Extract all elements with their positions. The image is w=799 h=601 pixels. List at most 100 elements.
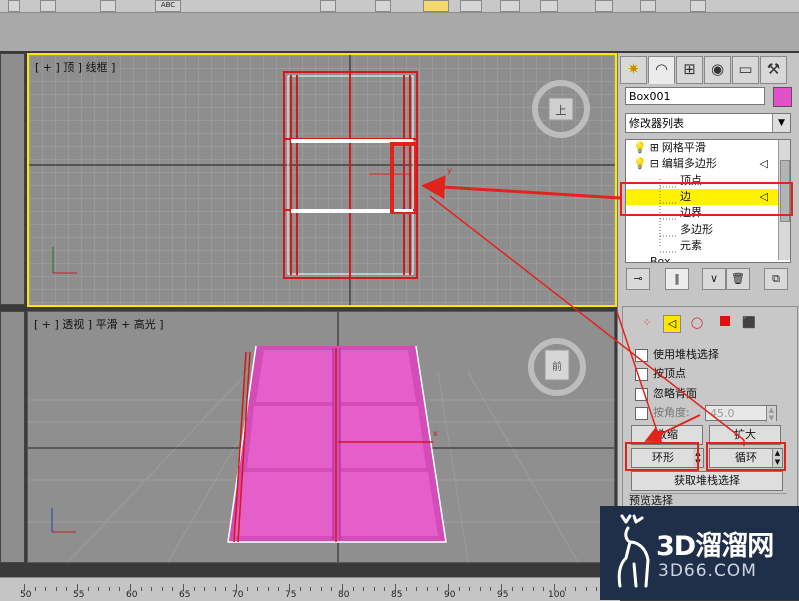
ruler-tick: [479, 587, 481, 591]
ruler-tick: [34, 587, 36, 591]
make-unique-icon[interactable]: ∨: [702, 268, 726, 290]
ruler-tick: [257, 587, 259, 591]
polygon-mode-icon[interactable]: [717, 315, 733, 331]
ruler-tick: [426, 587, 428, 591]
ruler-tick: [267, 587, 269, 591]
use-stack-selection-option[interactable]: 使用堆栈选择: [635, 347, 719, 363]
ruler-tick: [437, 587, 439, 591]
ruler-label: 70: [232, 590, 244, 600]
pin-stack-icon[interactable]: ⊸: [626, 268, 650, 290]
toolbar-button[interactable]: [640, 0, 656, 12]
left-viewport-top[interactable]: [0, 53, 25, 305]
configure-sets-icon[interactable]: ⧉: [764, 268, 788, 290]
ruler-tick: [320, 587, 322, 591]
remove-modifier-icon[interactable]: 🗑: [726, 268, 750, 290]
show-end-result-icon[interactable]: ‖: [665, 268, 689, 290]
object-color-swatch[interactable]: [773, 87, 792, 107]
angle-spinner[interactable]: 45.0 ▲ ▼: [705, 405, 777, 422]
snap-toggle-button[interactable]: [423, 0, 449, 12]
hierarchy-tab-icon[interactable]: ⊞: [676, 56, 703, 84]
ring-button[interactable]: 环形: [631, 448, 695, 468]
ruler-tick: [225, 587, 227, 591]
ribbon-area: [0, 13, 799, 51]
toolbar-button[interactable]: [595, 0, 613, 12]
vertex-mode-icon[interactable]: ⁘: [639, 315, 655, 331]
motion-tab-icon[interactable]: ◉: [704, 56, 731, 84]
ruler-tick: [554, 584, 555, 591]
modifier-list-dropdown[interactable]: 修改器列表 ▼: [625, 113, 791, 133]
object-name-field[interactable]: Box001: [625, 87, 765, 105]
ignore-backfacing-option[interactable]: 忽略背面: [635, 386, 697, 402]
ruler-label: 55: [73, 590, 85, 600]
ruler-tick: [214, 587, 216, 591]
main-toolbar: ABC: [0, 0, 799, 13]
edge-mode-icon[interactable]: ◁: [663, 315, 681, 333]
watermark-logo: 3D溜溜网 3D66.COM: [600, 506, 799, 600]
ruler-tick: [384, 587, 386, 591]
perspective-viewport-canvas: x 前: [28, 312, 614, 562]
ruler-tick: [522, 587, 524, 591]
toolbar-button[interactable]: [8, 0, 20, 12]
loop-button[interactable]: 循环 ▲ ▼: [709, 448, 783, 468]
chevron-down-icon[interactable]: ▼: [772, 114, 790, 132]
toolbar-button[interactable]: [100, 0, 116, 12]
toolbar-button[interactable]: [40, 0, 56, 12]
by-vertex-checkbox[interactable]: [635, 367, 648, 381]
ruler-tick: [130, 584, 131, 591]
ruler-tick: [140, 587, 142, 591]
create-tab-icon[interactable]: ✷: [620, 56, 647, 84]
loop-spinner[interactable]: ▲ ▼: [772, 449, 782, 467]
ruler-label: 100: [548, 590, 566, 600]
ruler-tick: [151, 587, 153, 591]
ruler-tick: [405, 587, 407, 591]
top-viewport[interactable]: [ + ] 顶 ] 线框 ] y 上: [27, 53, 617, 307]
ruler-label: 90: [444, 590, 456, 600]
left-viewport-bottom[interactable]: [0, 311, 25, 563]
ruler-tick: [310, 587, 312, 591]
watermark-title: 3D溜溜网: [656, 531, 774, 562]
use-stack-checkbox[interactable]: [635, 348, 648, 362]
ruler-tick: [596, 587, 598, 591]
toolbar-button[interactable]: [540, 0, 558, 12]
toolbar-button[interactable]: [690, 0, 706, 12]
ruler-tick: [87, 587, 89, 591]
ruler-tick: [532, 587, 534, 591]
watermark-subtitle: 3D66.COM: [658, 561, 757, 581]
ruler-tick: [119, 587, 121, 591]
ruler-label: 80: [338, 590, 350, 600]
ruler-tick: [490, 587, 492, 591]
by-angle-checkbox[interactable]: [635, 406, 648, 420]
display-tab-icon[interactable]: ▭: [732, 56, 759, 84]
abc-button[interactable]: ABC: [155, 0, 181, 12]
ruler-tick: [564, 587, 566, 591]
ring-spinner[interactable]: ▲ ▼: [693, 448, 704, 468]
ruler-tick: [278, 587, 280, 591]
grow-button[interactable]: 扩大: [709, 425, 781, 445]
shrink-button[interactable]: 收缩: [631, 425, 703, 445]
toolbar-button[interactable]: [320, 0, 336, 12]
utilities-tab-icon[interactable]: ⚒: [760, 56, 787, 84]
element-mode-icon[interactable]: ⬛: [741, 315, 757, 331]
toolbar-button[interactable]: [460, 0, 482, 12]
ruler-tick: [575, 587, 577, 591]
by-vertex-option[interactable]: 按顶点: [635, 366, 686, 382]
modify-tab-icon[interactable]: ◠: [648, 56, 675, 84]
ruler-tick: [236, 584, 237, 591]
time-ruler[interactable]: 50 55 60 65 70 75 80 85 90 95 100: [0, 577, 651, 601]
ignore-backface-checkbox[interactable]: [635, 387, 648, 401]
perspective-viewport[interactable]: [ + ] 透视 ] 平滑 + 高光 ] x 前: [27, 311, 615, 563]
by-angle-option[interactable]: 按角度:: [635, 405, 690, 421]
ruler-tick: [55, 587, 57, 591]
ruler-tick: [299, 587, 301, 591]
toolbar-button[interactable]: [500, 0, 520, 12]
angle-spinner-arrows[interactable]: ▲ ▼: [766, 406, 776, 422]
ruler-tick: [77, 584, 78, 591]
get-stack-selection-button[interactable]: 获取堆栈选择: [631, 471, 783, 491]
viewcube-face-label: 上: [556, 104, 567, 117]
ruler-tick: [246, 587, 248, 591]
toolbar-button[interactable]: [375, 0, 391, 12]
svg-text:y: y: [447, 166, 452, 175]
ruler-tick: [585, 587, 587, 591]
border-mode-icon[interactable]: ◯: [689, 315, 705, 331]
ruler-tick: [172, 587, 174, 591]
